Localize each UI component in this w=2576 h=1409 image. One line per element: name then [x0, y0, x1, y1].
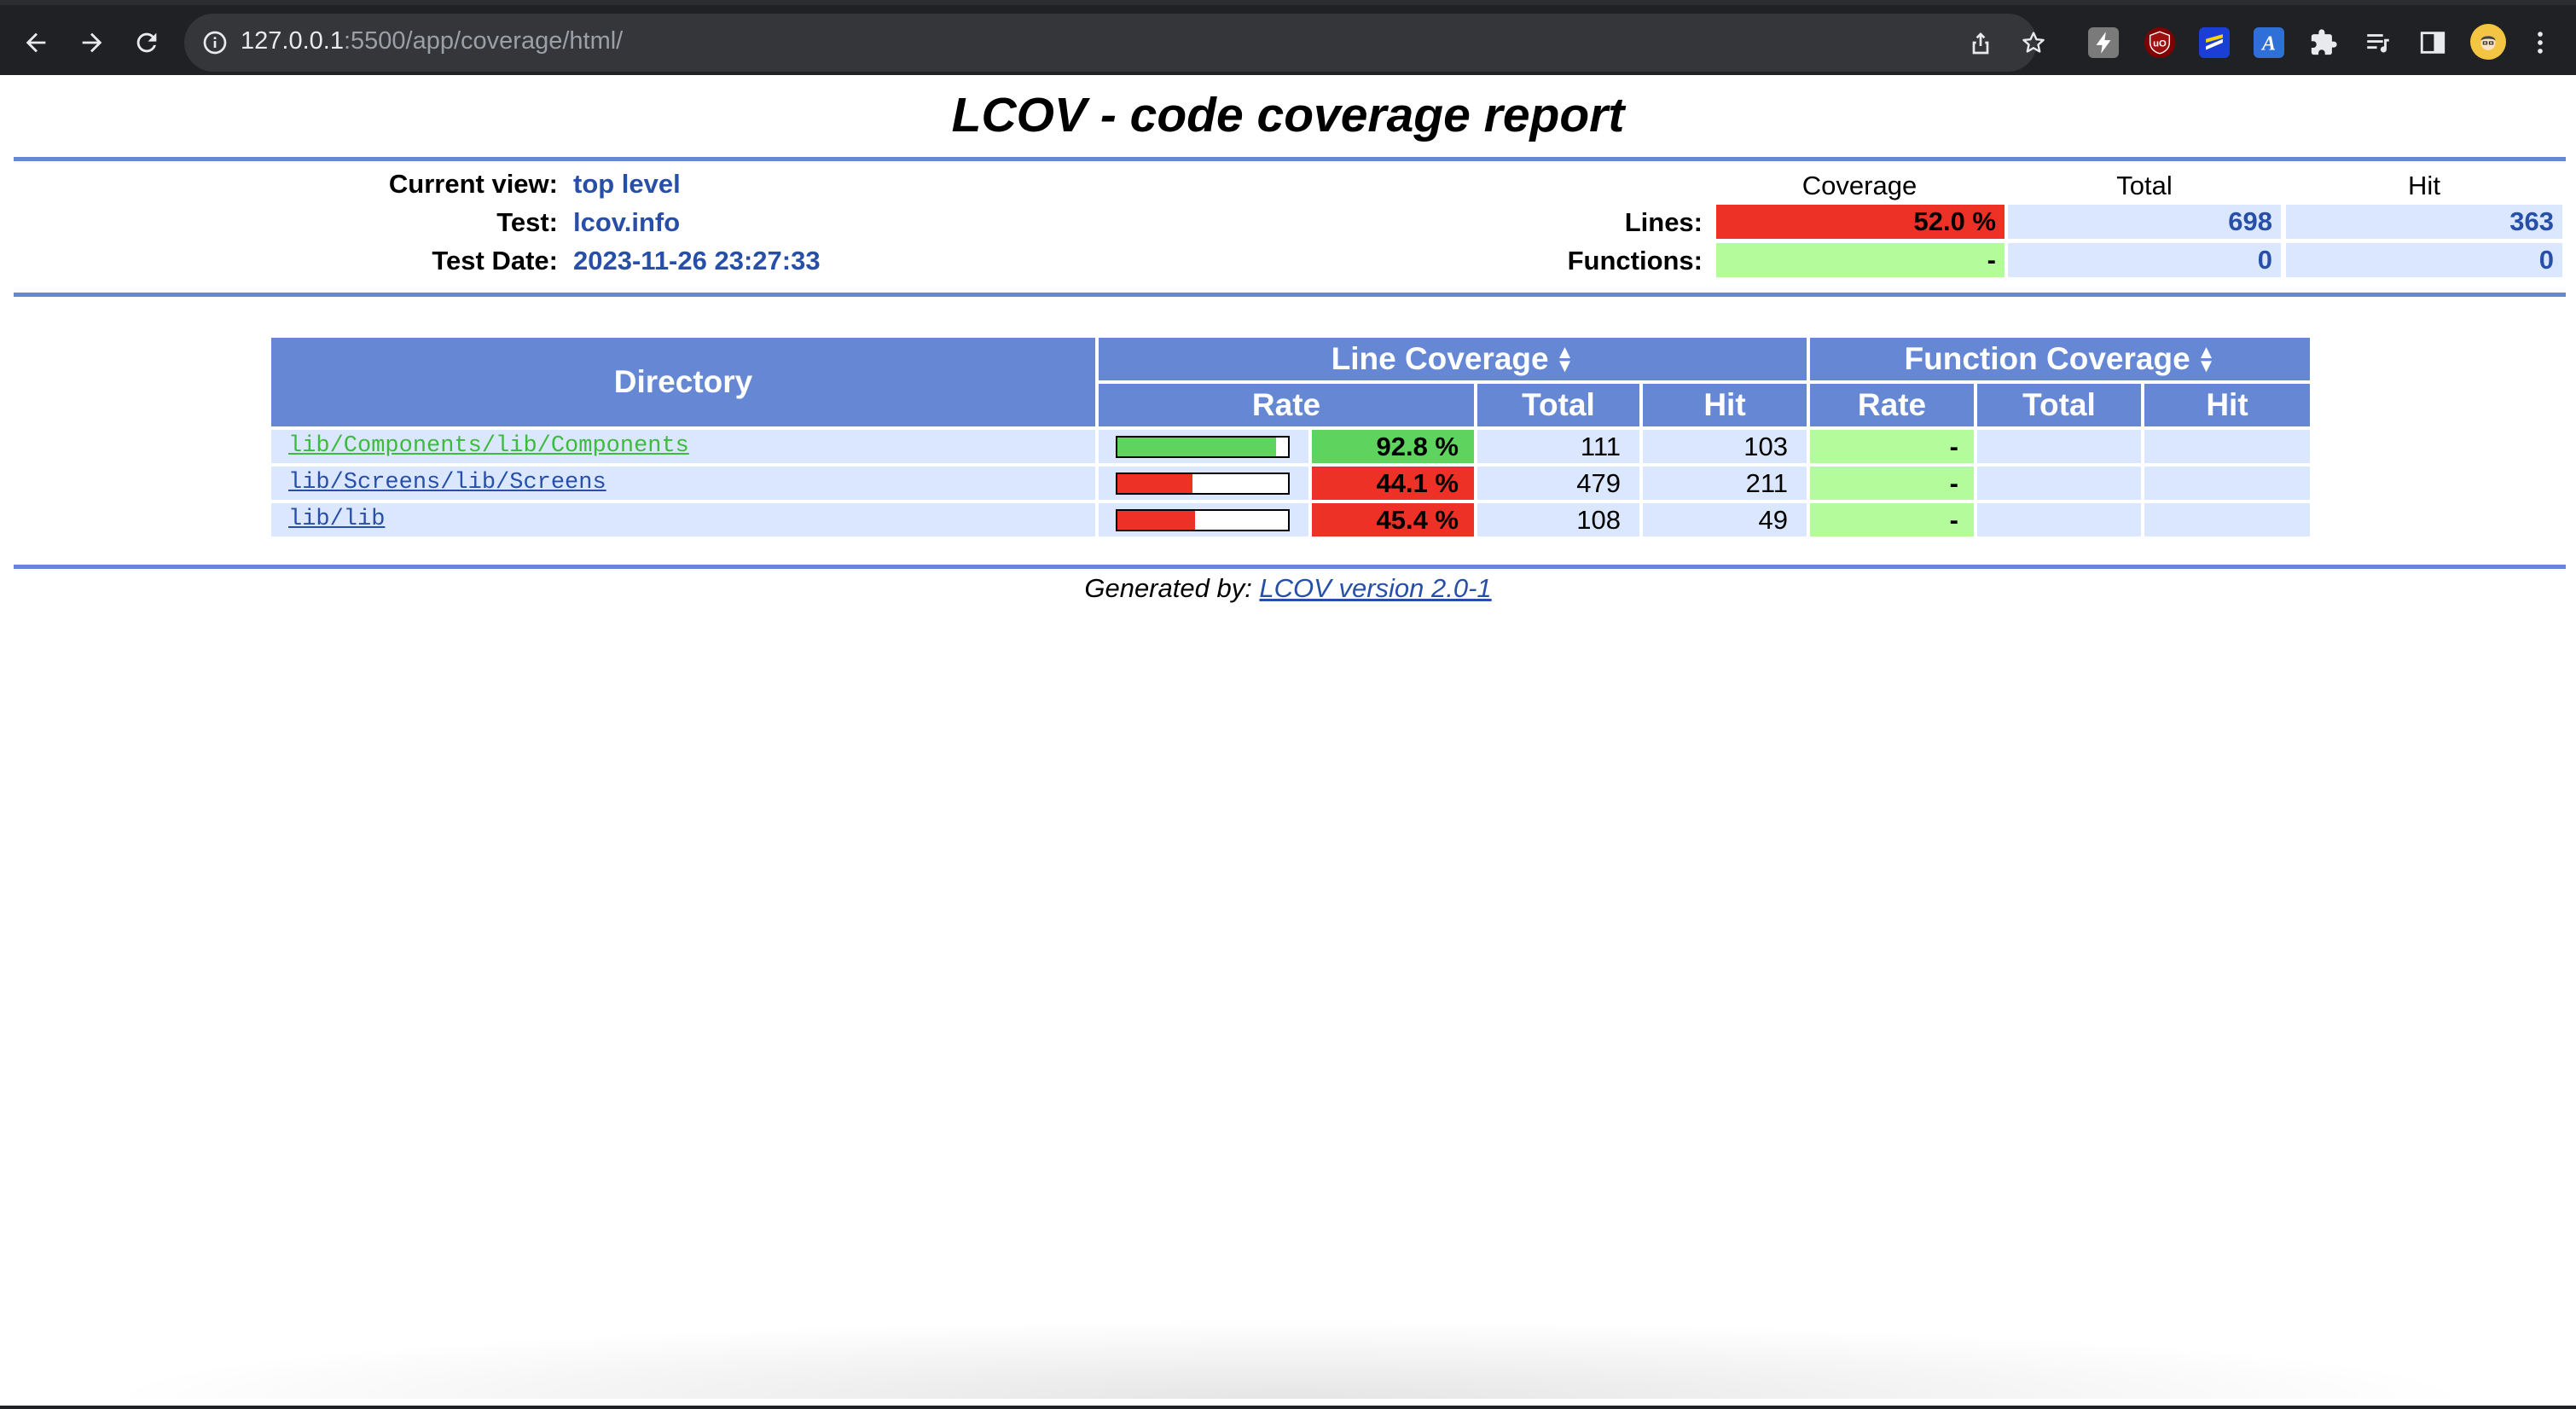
directory-link[interactable]: lib/Components/lib/Components: [288, 433, 689, 459]
svg-text:uO: uO: [2153, 38, 2167, 49]
page-title: LCOV - code coverage report: [951, 88, 1625, 142]
summary-functions-coverage: -: [1716, 243, 2005, 277]
summary-hit-header: Hit: [2408, 171, 2440, 200]
address-bar[interactable]: 127.0.0.1:5500/app/coverage/html/: [184, 14, 2045, 72]
coverage-bar-fill: [1117, 511, 1195, 530]
test-value: lcov.info: [573, 207, 681, 237]
line-total-header: Total: [1477, 384, 1639, 426]
side-panel-icon[interactable]: [2417, 27, 2448, 58]
line-hit-value: 211: [1643, 467, 1807, 500]
lcov-version-link[interactable]: LCOV version 2.0-1: [1259, 573, 1491, 603]
extension-a-icon[interactable]: A: [2254, 27, 2284, 58]
coverage-bar: [1116, 509, 1290, 531]
info-icon[interactable]: [201, 29, 229, 56]
bottom-divider: [14, 565, 2566, 569]
function-coverage-header[interactable]: Function Coverage ▲ ▼: [1810, 338, 2310, 380]
summary-functions-hit: 0: [2286, 243, 2562, 277]
footer-prefix: Generated by:: [1084, 573, 1260, 603]
summary-functions-total: 0: [2008, 243, 2281, 277]
line-rate-value: 92.8 %: [1312, 430, 1474, 463]
summary-lines-hit: 363: [2286, 205, 2562, 239]
line-total-value: 479: [1477, 467, 1639, 500]
coverage-bar-fill: [1117, 438, 1276, 456]
line-hit-header: Hit: [1643, 384, 1807, 426]
url-text[interactable]: 127.0.0.1:5500/app/coverage/html/: [241, 27, 623, 55]
sort-arrows-icon[interactable]: ▲ ▼: [2197, 343, 2216, 375]
line-rate-value: 45.4 %: [1312, 503, 1474, 536]
function-hit-value: [2144, 467, 2310, 500]
forward-button[interactable]: [73, 24, 111, 61]
directory-link[interactable]: lib/lib: [288, 507, 385, 532]
summary-lines-label: Lines:: [1624, 207, 1703, 237]
function-hit-value: [2144, 430, 2310, 463]
summary-lines-coverage: 52.0 %: [1716, 205, 2005, 239]
summary-functions-label: Functions:: [1567, 246, 1703, 275]
directory-link[interactable]: lib/Screens/lib/Screens: [288, 470, 606, 496]
line-hit-value: 49: [1643, 503, 1807, 536]
share-icon[interactable]: [1967, 29, 1994, 56]
function-total-value: [1977, 430, 2141, 463]
current-view-label: Current view:: [388, 169, 558, 199]
function-hit-value: [2144, 503, 2310, 536]
svg-text:A: A: [2260, 33, 2276, 55]
directory-header[interactable]: Directory: [271, 338, 1095, 426]
function-rate-header: Rate: [1810, 384, 1974, 426]
extension-ublock-icon[interactable]: uO: [2144, 27, 2175, 58]
current-view-value: top level: [573, 169, 681, 199]
line-rate-value: 44.1 %: [1312, 467, 1474, 500]
media-queue-icon[interactable]: [2363, 27, 2393, 58]
extension-stripe-icon[interactable]: [2199, 27, 2230, 58]
function-total-value: [1977, 503, 2141, 536]
footer: Generated by: LCOV version 2.0-1: [0, 573, 2576, 604]
function-rate-value: -: [1810, 467, 1974, 500]
line-total-value: 108: [1477, 503, 1639, 536]
summary-coverage-header: Coverage: [1801, 171, 1917, 200]
sort-arrows-icon[interactable]: ▲ ▼: [1556, 343, 1575, 375]
function-total-header: Total: [1977, 384, 2141, 426]
more-menu-icon[interactable]: [2525, 27, 2556, 58]
line-coverage-header[interactable]: Line Coverage ▲ ▼: [1099, 338, 1807, 380]
summary-total-header: Total: [2116, 171, 2173, 200]
page-viewport: LCOV - code coverage report Current view…: [0, 75, 2576, 1406]
reload-icon: [136, 32, 157, 53]
coverage-bar-fill: [1117, 474, 1193, 493]
reload-button[interactable]: [128, 24, 165, 61]
browser-toolbar: 127.0.0.1:5500/app/coverage/html/ uO A: [0, 0, 2576, 75]
function-total-value: [1977, 467, 2141, 500]
coverage-bar: [1116, 436, 1290, 458]
arrow-left-icon: [26, 32, 46, 53]
top-divider: [14, 157, 2566, 161]
table-row: [271, 503, 1095, 536]
star-icon[interactable]: [2020, 29, 2047, 56]
profile-avatar[interactable]: [2470, 24, 2506, 60]
function-hit-header: Hit: [2144, 384, 2310, 426]
summary-lines-total: 698: [2008, 205, 2281, 239]
extensions-puzzle-icon[interactable]: [2308, 27, 2339, 58]
arrow-right-icon: [82, 32, 102, 53]
line-hit-value: 103: [1643, 430, 1807, 463]
line-total-value: 111: [1477, 430, 1639, 463]
avatar-face-icon: [2480, 35, 2496, 50]
test-date-value: 2023-11-26 23:27:33: [573, 246, 821, 275]
page-bottom-shadow: [0, 1313, 2576, 1399]
line-rate-header: Rate: [1099, 384, 1474, 426]
coverage-bar: [1116, 473, 1290, 495]
function-rate-value: -: [1810, 503, 1974, 536]
back-button[interactable]: [17, 24, 55, 61]
middle-divider: [14, 293, 2566, 297]
function-rate-value: -: [1810, 430, 1974, 463]
test-label: Test:: [496, 207, 558, 237]
extension-lightning-icon[interactable]: [2088, 27, 2119, 58]
test-date-label: Test Date:: [432, 246, 558, 275]
